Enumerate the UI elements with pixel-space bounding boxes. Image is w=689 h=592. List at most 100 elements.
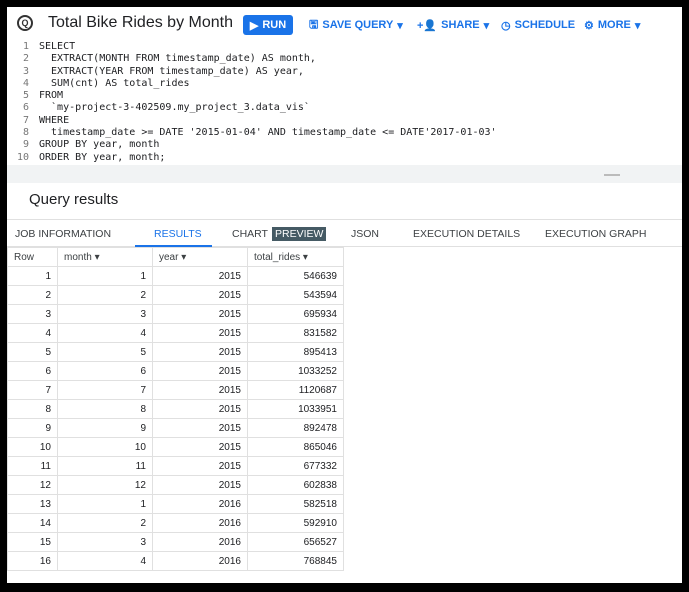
code-line: 1 SELECT — [7, 41, 682, 53]
table-cell: 2015 — [152, 380, 248, 400]
table-cell: 13 — [7, 494, 58, 514]
table-cell: 7 — [57, 380, 153, 400]
table-cell: 831582 — [247, 323, 344, 343]
table-cell: 602838 — [247, 475, 344, 495]
code-text: GROUP BY year, month — [39, 139, 160, 151]
line-number: 6 — [22, 102, 29, 114]
more-button[interactable]: ⚙ MORE ▾ — [584, 15, 640, 35]
results-table: Row month ▾ year ▾ total_rides ▾ 1 1 2015 5… — [7, 247, 344, 571]
code-text: timestamp_date >= DATE '2015-01-04' AND … — [39, 127, 497, 139]
table-cell: 1 — [57, 266, 153, 286]
line-number: 9 — [22, 139, 29, 151]
table-cell: 8 — [7, 399, 58, 419]
table-cell: 10 — [57, 437, 153, 457]
gear-icon: ⚙ — [584, 19, 594, 32]
schedule-button[interactable]: ◷ SCHEDULE — [501, 15, 575, 35]
line-number: 10 — [16, 151, 29, 163]
sort-dropdown-icon[interactable]: ▾ — [303, 252, 308, 263]
table-cell: 2 — [57, 285, 153, 305]
code-line: 8 timestamp_date >= DATE '2015-01-04' AN… — [7, 127, 682, 139]
code-text: WHERE — [39, 114, 70, 126]
table-cell: 2015 — [152, 418, 248, 438]
tab-execution-details[interactable]: EXECUTION DETAILS — [413, 228, 520, 240]
table-cell: 2015 — [152, 456, 248, 476]
sql-editor[interactable]: 1 SELECT 2 EXTRACT(MONTH FROM timestamp_da… — [7, 41, 682, 167]
table-cell: 1033252 — [247, 361, 344, 381]
table-row: 5 5 2015 895413 — [7, 342, 344, 362]
table-cell: 11 — [57, 456, 153, 476]
sort-dropdown-icon[interactable]: ▾ — [181, 252, 186, 263]
column-header-year[interactable]: year ▾ — [152, 247, 248, 267]
table-row: 7 7 2015 1120687 — [7, 380, 344, 400]
tab-json[interactable]: JSON — [351, 228, 379, 240]
table-cell: 2016 — [152, 494, 248, 514]
drag-handle[interactable] — [604, 174, 620, 176]
query-results-heading: Query results — [29, 191, 119, 208]
table-row: 6 6 2015 1033252 — [7, 361, 344, 381]
table-cell: 2016 — [152, 551, 248, 571]
table-cell: 2015 — [152, 285, 248, 305]
table-cell: 2015 — [152, 361, 248, 381]
table-cell: 9 — [57, 418, 153, 438]
table-cell: 8 — [57, 399, 153, 419]
column-header-month[interactable]: month ▾ — [57, 247, 153, 267]
table-row: 3 3 2015 695934 — [7, 304, 344, 324]
code-line: 2 EXTRACT(MONTH FROM timestamp_date) AS … — [7, 53, 682, 65]
table-cell: 2015 — [152, 475, 248, 495]
table-row: 15 3 2016 656527 — [7, 532, 344, 552]
table-cell: 1120687 — [247, 380, 344, 400]
table-cell: 3 — [57, 532, 153, 552]
clock-icon: ◷ — [501, 19, 511, 32]
line-number: 8 — [22, 127, 29, 139]
line-number: 4 — [22, 77, 29, 89]
table-row: 4 4 2015 831582 — [7, 323, 344, 343]
table-row: 10 10 2015 865046 — [7, 437, 344, 457]
code-line: 9 GROUP BY year, month — [7, 139, 682, 151]
table-cell: 865046 — [247, 437, 344, 457]
code-text: SUM(cnt) AS total_rides — [39, 77, 190, 89]
table-cell: 2015 — [152, 399, 248, 419]
results-tabs: JOB INFORMATION RESULTS CHART PREVIEW JSO… — [7, 219, 682, 247]
code-text: SELECT — [39, 41, 76, 52]
tab-execution-graph[interactable]: EXECUTION GRAPH — [545, 228, 647, 240]
table-cell: 2015 — [152, 304, 248, 324]
code-line: 5 FROM — [7, 90, 682, 102]
table-cell: 6 — [7, 361, 58, 381]
table-row: 11 11 2015 677332 — [7, 456, 344, 476]
query-icon: Q — [17, 15, 33, 31]
column-header-row: Row — [7, 247, 58, 267]
line-number: 5 — [22, 90, 29, 102]
bigquery-editor: Q Total Bike Rides by Month ▶ RUN 🖫 SAVE Q… — [7, 7, 682, 583]
table-cell: 1 — [57, 494, 153, 514]
table-cell: 3 — [57, 304, 153, 324]
column-header-total-rides[interactable]: total_rides ▾ — [247, 247, 344, 267]
query-title: Total Bike Rides by Month — [48, 14, 233, 31]
tab-chart[interactable]: CHART PREVIEW — [232, 227, 327, 241]
table-cell: 6 — [57, 361, 153, 381]
tab-job-information[interactable]: JOB INFORMATION — [15, 228, 111, 240]
code-text: EXTRACT(YEAR FROM timestamp_date) AS yea… — [39, 65, 304, 77]
share-button[interactable]: +👤 SHARE ▾ — [417, 15, 489, 35]
code-line: 4 SUM(cnt) AS total_rides — [7, 78, 682, 90]
table-cell: 2 — [57, 513, 153, 533]
table-cell: 3 — [7, 304, 58, 324]
code-line: 3 EXTRACT(YEAR FROM timestamp_date) AS y… — [7, 66, 682, 78]
table-row: 16 4 2016 768845 — [7, 551, 344, 571]
code-text: ORDER BY year, month; — [39, 151, 166, 163]
table-cell: 2015 — [152, 266, 248, 286]
tab-results[interactable]: RESULTS — [154, 228, 202, 240]
sort-dropdown-icon[interactable]: ▾ — [95, 252, 100, 263]
table-cell: 2016 — [152, 513, 248, 533]
run-button[interactable]: ▶ RUN — [243, 15, 293, 35]
table-row: 9 9 2015 892478 — [7, 418, 344, 438]
table-cell: 1 — [7, 266, 58, 286]
table-cell: 1033951 — [247, 399, 344, 419]
table-cell: 543594 — [247, 285, 344, 305]
table-cell: 2016 — [152, 532, 248, 552]
table-cell: 546639 — [247, 266, 344, 286]
save-query-button[interactable]: 🖫 SAVE QUERY ▾ — [309, 15, 403, 35]
table-cell: 2015 — [152, 323, 248, 343]
table-cell: 695934 — [247, 304, 344, 324]
table-cell: 4 — [57, 323, 153, 343]
editor-resize-bar[interactable] — [7, 165, 682, 183]
